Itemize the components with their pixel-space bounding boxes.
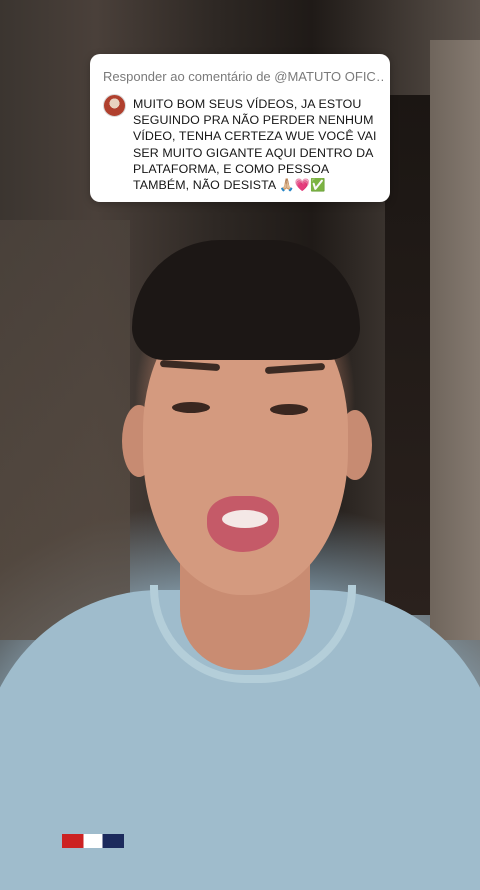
reply-comment-card[interactable]: Responder ao comentário de @MATUTO OFIC…… (90, 54, 390, 202)
hair (132, 240, 360, 360)
background-pillar (430, 40, 480, 640)
background-wall (0, 220, 130, 640)
commenter-avatar-icon[interactable] (103, 94, 126, 117)
teeth (222, 510, 268, 528)
shirt-logo (62, 834, 124, 848)
left-eye (172, 402, 210, 413)
right-eye (270, 404, 308, 415)
reply-header: Responder ao comentário de @MATUTO OFIC… (103, 69, 385, 84)
comment-text: MUITO BOM SEUS VÍDEOS, JA ESTOU SEGUINDO… (133, 97, 377, 193)
